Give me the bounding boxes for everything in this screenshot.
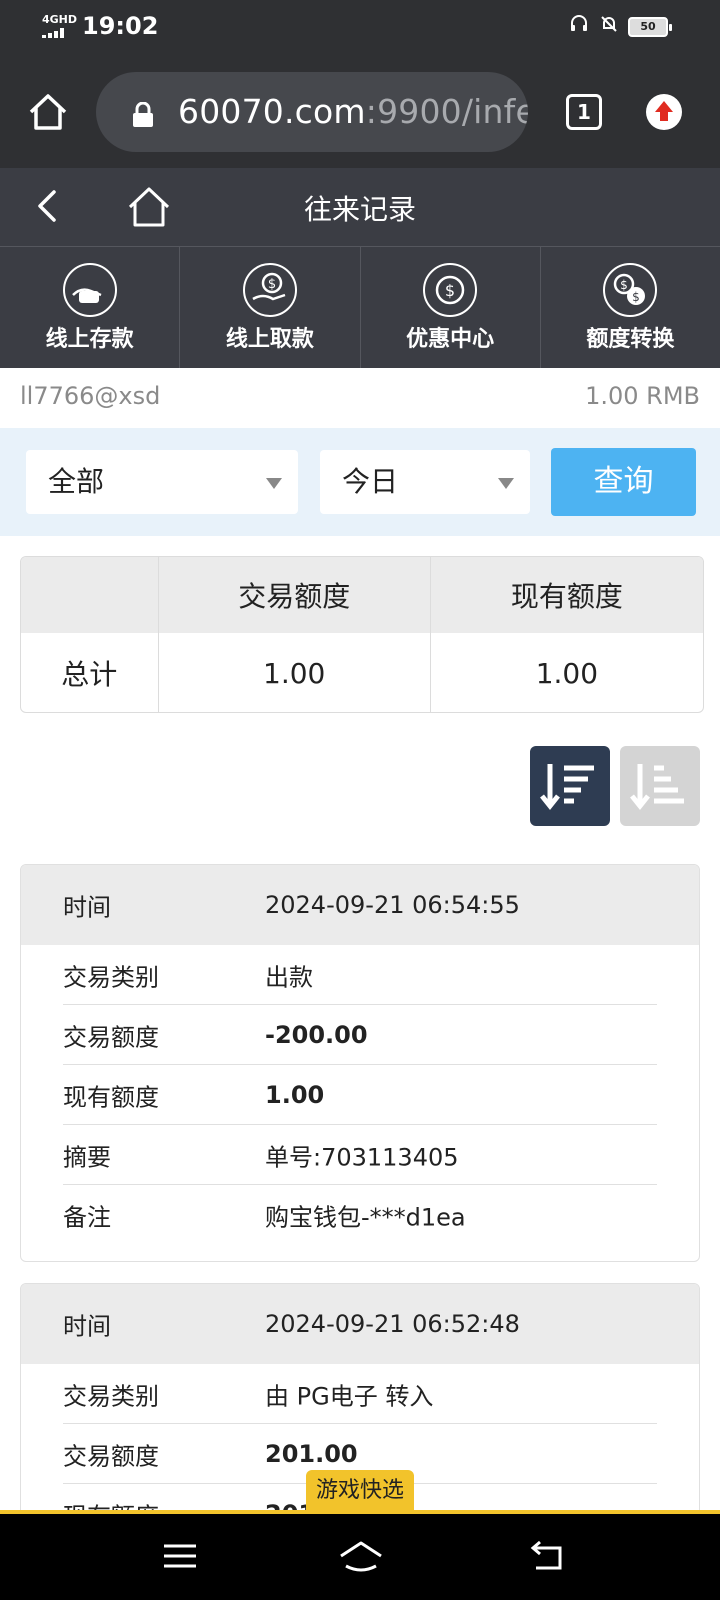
record-time-row: 时间 2024-09-21 06:52:48 <box>21 1284 699 1364</box>
system-nav-bar <box>0 1514 720 1600</box>
headphones-icon <box>568 14 590 39</box>
summary-current-amount: 1.00 <box>535 656 599 690</box>
username: ll7766@xsd <box>20 382 161 410</box>
record-key: 交易类别 <box>63 963 159 991</box>
summary-total-label: 总计 <box>21 633 159 712</box>
record-time-label: 时间 <box>63 893 111 922</box>
clock: 19:02 <box>82 12 159 40</box>
caret-down-icon <box>266 478 282 489</box>
nav-label: 优惠中心 <box>406 327 495 352</box>
nav-label: 线上存款 <box>45 327 134 352</box>
date-select[interactable]: 今日 <box>320 450 530 514</box>
date-select-value: 今日 <box>342 465 399 498</box>
record-value: 出款 <box>265 963 313 991</box>
record-row: 交易额度 -200.00 <box>63 1005 657 1065</box>
quick-nav: 线上存款 $ 线上取款 $ 优惠中心 $ $ 额度转换 <box>0 246 720 368</box>
record-row: 摘要 单号:703113405 <box>63 1125 657 1185</box>
record-row: 交易类别 出款 <box>63 945 657 1005</box>
browser-home-button[interactable] <box>26 90 70 134</box>
summary-total-row: 总计 1.00 1.00 <box>21 633 703 712</box>
svg-text:$: $ <box>633 290 641 304</box>
svg-text:$: $ <box>621 278 629 292</box>
nav-online-deposit[interactable]: 线上存款 <box>0 247 181 368</box>
status-bar: 4GHD 19:02 50 <box>0 0 720 56</box>
sort-asc-icon <box>630 764 684 811</box>
record-card: 时间 2024-09-21 06:54:55 交易类别 出款 交易额度 -200… <box>20 864 700 1262</box>
summary-header-row: 交易额度 现有额度 <box>21 557 703 633</box>
summary-header-current: 现有额度 <box>510 580 623 613</box>
account-bar: ll7766@xsd 1.00 RMB <box>0 368 720 428</box>
nav-online-withdraw[interactable]: $ 线上取款 <box>180 247 361 368</box>
record-key: 交易类别 <box>63 1382 159 1410</box>
record-value: -200.00 <box>265 1020 368 1049</box>
record-time-value: 2024-09-21 06:52:48 <box>265 1310 520 1338</box>
summary-header-blank <box>21 557 159 633</box>
home-icon <box>340 1541 382 1572</box>
record-time-value: 2024-09-21 06:54:55 <box>265 891 520 919</box>
record-key: 现有额度 <box>63 1083 159 1111</box>
record-time-label: 时间 <box>63 1312 111 1341</box>
sort-desc-icon <box>540 764 594 811</box>
type-select-value: 全部 <box>48 465 105 498</box>
deposit-icon <box>62 263 117 317</box>
type-select[interactable]: 全部 <box>26 450 298 514</box>
record-value: 由 PG电子 转入 <box>265 1382 434 1410</box>
sort-descending-button[interactable] <box>530 746 610 826</box>
svg-text:$: $ <box>268 277 276 292</box>
transfer-icon: $ $ <box>603 263 658 317</box>
record-row: 交易类别 由 PG电子 转入 <box>63 1364 657 1424</box>
withdraw-icon: $ <box>242 263 297 317</box>
battery-indicator: 50 <box>628 16 672 37</box>
home-button[interactable] <box>338 1538 384 1574</box>
url-bar[interactable]: 60070.com:9900/infe <box>96 72 528 152</box>
record-row: 现有额度 1.00 <box>63 1065 657 1125</box>
back-icon <box>530 1540 562 1570</box>
signal-icon <box>42 28 72 38</box>
summary-trade-amount: 1.00 <box>159 633 431 712</box>
summary-table: 交易额度 现有额度 总计 1.00 1.00 <box>20 556 704 713</box>
caret-down-icon <box>498 478 514 489</box>
url-text: 60070.com:9900/infe <box>178 92 528 131</box>
sort-ascending-button[interactable] <box>620 746 700 826</box>
status-icons: 50 <box>568 14 672 39</box>
nav-label: 额度转换 <box>586 327 675 352</box>
menu-button[interactable] <box>160 1538 200 1574</box>
balance: 1.00 RMB <box>585 382 700 410</box>
url-path: :9900/infe <box>365 92 528 131</box>
nav-label: 线上取款 <box>225 327 314 352</box>
tabs-button[interactable]: 1 <box>566 94 602 130</box>
record-value: 单号:703113405 <box>265 1143 459 1171</box>
url-host: 60070.com <box>178 92 366 131</box>
update-icon[interactable] <box>646 94 682 130</box>
query-button[interactable]: 查询 <box>551 448 696 516</box>
record-value: 201.00 <box>265 1439 358 1468</box>
game-quick-select-button[interactable]: 游戏快选 <box>306 1470 414 1512</box>
svg-text:$: $ <box>445 281 455 300</box>
back-nav-button[interactable] <box>528 1538 568 1574</box>
promo-icon: $ <box>423 263 478 317</box>
record-key: 备注 <box>63 1203 111 1232</box>
nav-promo-center[interactable]: $ 优惠中心 <box>361 247 541 368</box>
record-row: 备注 购宝钱包-***d1ea <box>63 1185 657 1245</box>
record-key: 摘要 <box>63 1143 111 1171</box>
menu-icon <box>164 1544 196 1568</box>
network-type: 4GHD <box>42 13 78 26</box>
record-value: 购宝钱包-***d1ea <box>265 1203 466 1232</box>
bell-mute-icon <box>598 14 620 39</box>
page-header: 往来记录 <box>0 168 720 246</box>
nav-balance-transfer[interactable]: $ $ 额度转换 <box>541 247 720 368</box>
record-time-row: 时间 2024-09-21 06:54:55 <box>21 865 699 945</box>
filter-bar: 全部 今日 查询 <box>0 428 720 536</box>
record-value: 1.00 <box>265 1080 325 1109</box>
page-title: 往来记录 <box>303 193 416 226</box>
record-key: 交易额度 <box>63 1023 159 1051</box>
summary-header-trade: 交易额度 <box>159 557 431 633</box>
lock-icon <box>132 101 154 128</box>
browser-toolbar: 60070.com:9900/infe 1 <box>0 56 720 168</box>
record-key: 交易额度 <box>63 1442 159 1470</box>
home-icon <box>29 94 67 130</box>
